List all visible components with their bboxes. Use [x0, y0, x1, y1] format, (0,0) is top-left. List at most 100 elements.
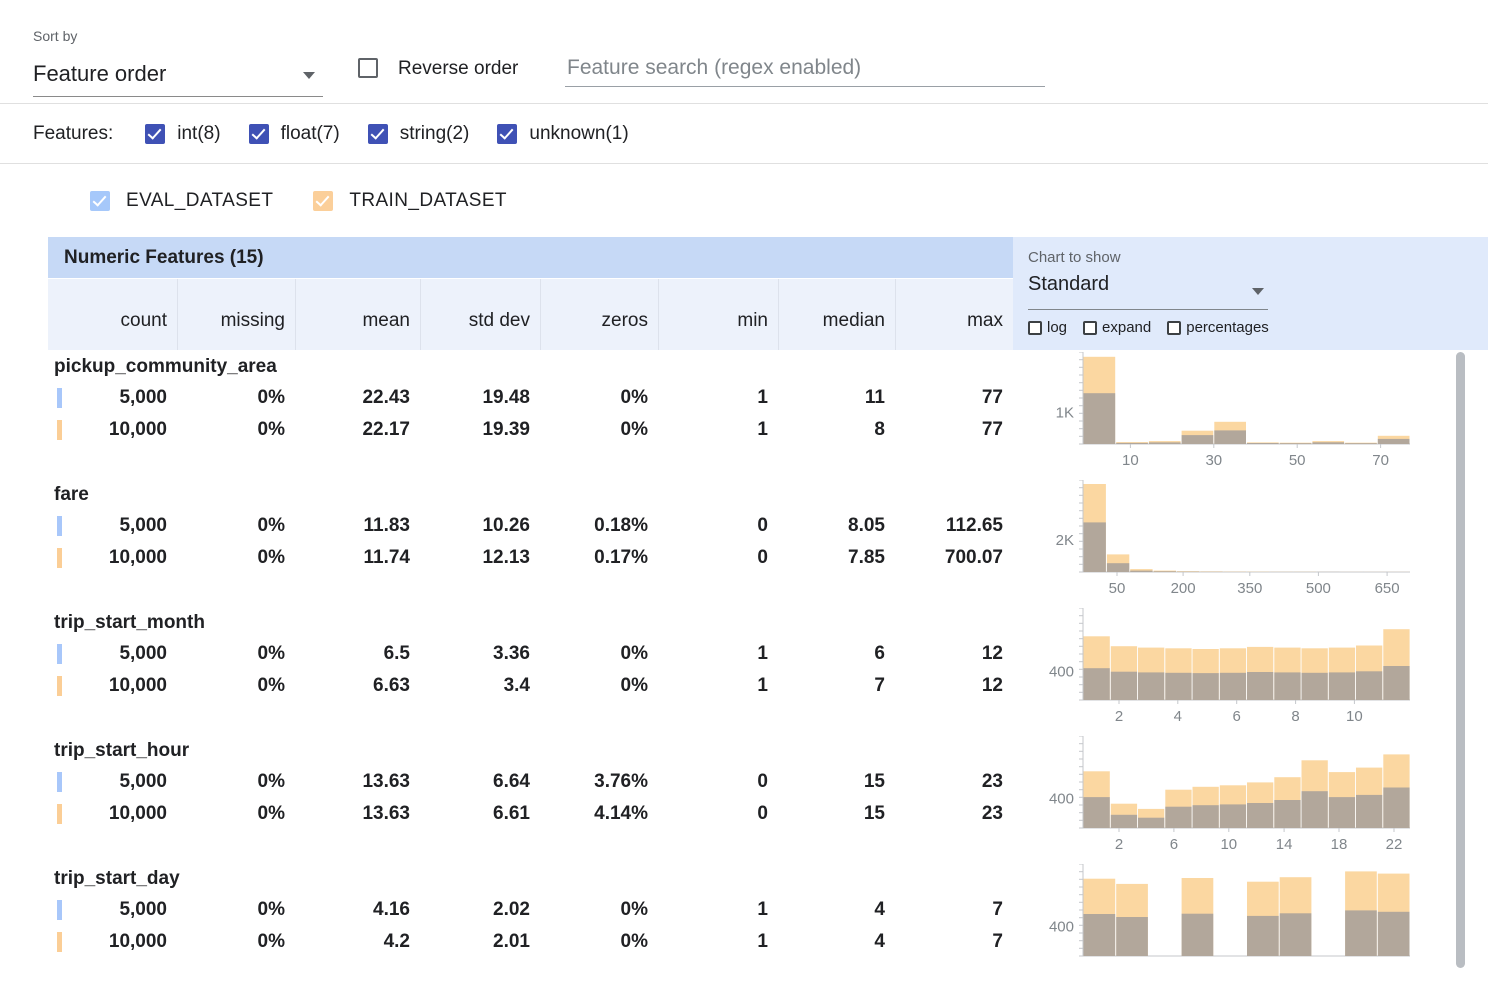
cell-missing: 0%	[177, 547, 295, 569]
dataset-legend: EVAL_DATASETTRAIN_DATASET	[0, 164, 1488, 237]
cell-count: 10,000	[48, 675, 177, 697]
dataset-legend-item: TRAIN_DATASET	[313, 190, 507, 212]
cell-min: 0	[658, 771, 778, 793]
dataset-label: TRAIN_DATASET	[349, 190, 507, 212]
cell-count: 10,000	[48, 419, 177, 441]
table-row: 10,0000%4.22.010%147	[48, 926, 1013, 958]
chevron-down-icon	[1252, 288, 1264, 295]
column-header-min: min	[658, 279, 778, 350]
cell-min: 0	[658, 803, 778, 825]
train-dataset-marker	[57, 548, 62, 568]
expand-checkbox[interactable]	[1083, 321, 1097, 335]
cell-median: 8.05	[778, 515, 895, 537]
feature-type-filter: Features: int(8)float(7)string(2)unknown…	[0, 104, 1488, 163]
column-header-count: count	[48, 279, 177, 350]
feature-type-label: float(7)	[281, 123, 340, 145]
chart-type-value: Standard	[1028, 273, 1109, 295]
svg-text:8: 8	[1291, 708, 1299, 725]
svg-text:1K: 1K	[1056, 404, 1074, 421]
cell-max: 700.07	[895, 547, 1013, 569]
cell-count: 5,000	[48, 771, 177, 793]
cell-mean: 13.63	[295, 803, 420, 825]
vertical-scrollbar[interactable]	[1456, 352, 1465, 968]
dataset-checkbox[interactable]	[90, 191, 110, 211]
chart-type-select[interactable]: Standard	[1028, 273, 1268, 310]
cell-mean: 11.83	[295, 515, 420, 537]
svg-text:6: 6	[1233, 708, 1241, 725]
cell-mean: 4.16	[295, 899, 420, 921]
svg-text:2: 2	[1115, 836, 1123, 853]
table-row: 10,0000%22.1719.390%1877	[48, 414, 1013, 446]
feature-search-input[interactable]	[565, 50, 1045, 87]
train-dataset-marker	[57, 676, 62, 696]
sort-by-select[interactable]: Feature order	[33, 54, 323, 97]
dataset-checkbox[interactable]	[313, 191, 333, 211]
cell-zeros: 3.76%	[540, 771, 658, 793]
svg-text:22: 22	[1386, 836, 1403, 853]
numeric-features-table: Numeric Features (15) countmissingmeanst…	[48, 237, 1488, 968]
svg-text:14: 14	[1276, 836, 1293, 853]
feature-type-checkbox[interactable]	[145, 124, 165, 144]
reverse-order-checkbox[interactable]	[358, 58, 378, 78]
svg-text:500: 500	[1306, 580, 1331, 597]
cell-count: 10,000	[48, 803, 177, 825]
cell-median: 4	[778, 899, 895, 921]
column-header-median: median	[778, 279, 895, 350]
svg-text:50: 50	[1109, 580, 1126, 597]
svg-text:650: 650	[1375, 580, 1400, 597]
feature-histogram: 400	[1013, 864, 1488, 992]
chart-display-options: log expand percentages	[1028, 319, 1269, 336]
svg-text:400: 400	[1049, 919, 1074, 936]
cell-median: 4	[778, 931, 895, 953]
charts-panel: Chart to show Standard logexpandpercenta…	[1013, 237, 1488, 968]
cell-mean: 11.74	[295, 547, 420, 569]
eval-dataset-marker	[57, 388, 62, 408]
chart-option-percentages: percentages	[1167, 319, 1269, 336]
chart-option-label: expand	[1102, 319, 1151, 336]
feature-type-checkbox[interactable]	[249, 124, 269, 144]
histogram-svg: 400	[1013, 864, 1410, 984]
feature-histogram: 4002610141822	[1013, 736, 1488, 864]
column-header-zeros: zeros	[540, 279, 658, 350]
feature-type-item: string(2)	[368, 123, 470, 145]
chart-option-log: log	[1028, 319, 1067, 336]
cell-std-dev: 6.61	[420, 803, 540, 825]
chart-controls: Chart to show Standard logexpandpercenta…	[1013, 237, 1488, 350]
feature-type-checkbox[interactable]	[368, 124, 388, 144]
svg-text:70: 70	[1372, 452, 1389, 469]
cell-min: 1	[658, 899, 778, 921]
cell-count: 5,000	[48, 387, 177, 409]
cell-zeros: 0%	[540, 675, 658, 697]
cell-count: 5,000	[48, 643, 177, 665]
feature-type-item: int(8)	[145, 123, 220, 145]
svg-text:350: 350	[1237, 580, 1262, 597]
cell-mean: 22.43	[295, 387, 420, 409]
feature-type-checkbox[interactable]	[497, 124, 517, 144]
table-row: 5,0000%13.636.643.76%01523	[48, 766, 1013, 798]
cell-std-dev: 19.39	[420, 419, 540, 441]
cell-median: 7	[778, 675, 895, 697]
eval-dataset-marker	[57, 516, 62, 536]
svg-text:2: 2	[1115, 708, 1123, 725]
log-checkbox[interactable]	[1028, 321, 1042, 335]
cell-median: 6	[778, 643, 895, 665]
feature-name: trip_start_hour	[48, 736, 1013, 766]
cell-median: 11	[778, 387, 895, 409]
feature-block: trip_start_day5,0000%4.162.020%14710,000…	[48, 864, 1013, 958]
percentages-checkbox[interactable]	[1167, 321, 1181, 335]
table-row: 5,0000%6.53.360%1612	[48, 638, 1013, 670]
cell-max: 7	[895, 899, 1013, 921]
cell-missing: 0%	[177, 803, 295, 825]
cell-median: 15	[778, 803, 895, 825]
chart-option-expand: expand	[1083, 319, 1151, 336]
table-row: 5,0000%11.8310.260.18%08.05112.65	[48, 510, 1013, 542]
cell-missing: 0%	[177, 931, 295, 953]
column-header-mean: mean	[295, 279, 420, 350]
column-header-row: countmissingmeanstd devzerosminmedianmax	[48, 279, 1013, 350]
cell-median: 15	[778, 771, 895, 793]
cell-mean: 13.63	[295, 771, 420, 793]
cell-max: 23	[895, 771, 1013, 793]
train-dataset-marker	[57, 932, 62, 952]
cell-zeros: 0%	[540, 387, 658, 409]
cell-max: 77	[895, 419, 1013, 441]
